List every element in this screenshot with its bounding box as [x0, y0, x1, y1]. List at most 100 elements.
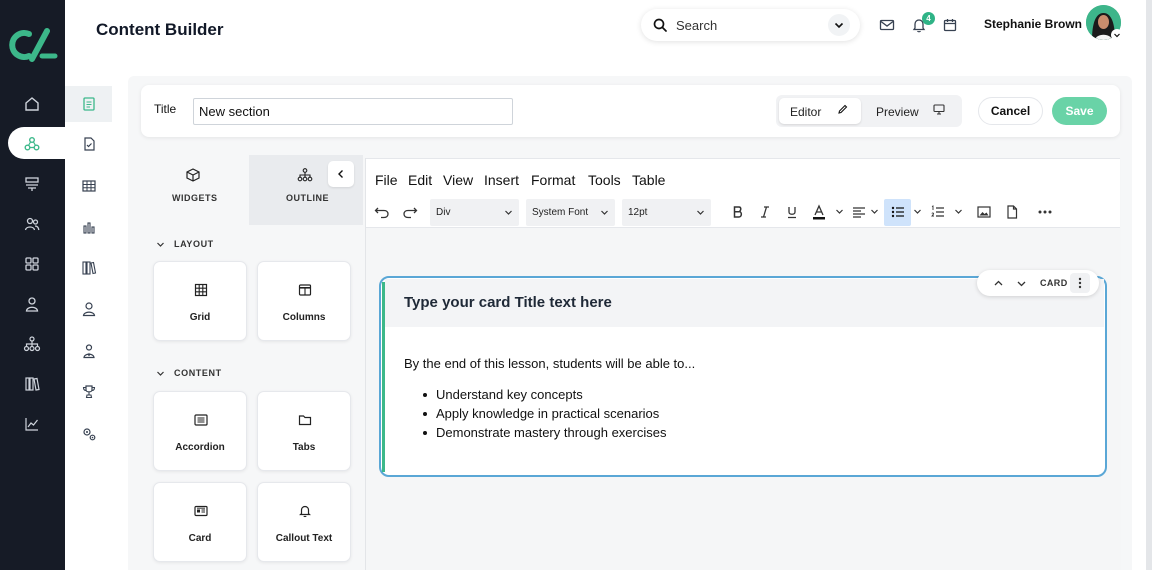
menu-file[interactable]: File [375, 172, 398, 188]
accordion-icon [192, 411, 210, 429]
preview-mode-label[interactable]: Preview [876, 105, 919, 119]
bold-icon[interactable] [729, 203, 747, 221]
table-icon[interactable] [79, 176, 99, 196]
app-logo[interactable] [7, 25, 59, 65]
trophy-icon[interactable] [79, 382, 99, 402]
font-size-value: 12pt [628, 207, 648, 218]
document-check-icon[interactable] [79, 134, 99, 154]
font-family-select[interactable]: System Font [526, 199, 615, 226]
font-size-select[interactable]: 12pt [622, 199, 711, 226]
columns-icon [296, 281, 314, 299]
home-icon[interactable] [21, 93, 43, 115]
chevron-down-icon[interactable] [835, 207, 844, 216]
menu-format[interactable]: Format [531, 172, 575, 188]
more-options-icon[interactable] [1036, 203, 1054, 221]
redo-icon[interactable] [401, 203, 419, 221]
nodes-icon[interactable] [21, 133, 43, 155]
title-label: Title [154, 102, 177, 116]
section-title: LAYOUT [174, 239, 214, 249]
chevron-left-icon [336, 169, 346, 179]
tab-outline-label[interactable]: OUTLINE [286, 193, 329, 203]
chevron-down-icon [1113, 31, 1121, 39]
collapse-panel-button[interactable] [328, 161, 354, 187]
folder-icon [296, 411, 314, 429]
chevron-down-icon [156, 240, 165, 249]
text-color-icon[interactable] [810, 203, 828, 221]
widget-callout-text[interactable]: Callout Text [257, 482, 351, 562]
list-item[interactable]: Understand key concepts [420, 385, 666, 404]
editor-mode-label[interactable]: Editor [790, 105, 821, 119]
library-icon[interactable] [21, 373, 43, 395]
search-icon [653, 18, 667, 32]
chevron-down-icon[interactable] [913, 207, 922, 216]
id-card-icon [192, 502, 210, 520]
list-item[interactable]: Demonstrate mastery through exercises [420, 423, 666, 442]
menu-insert[interactable]: Insert [484, 172, 519, 188]
widget-accordion[interactable]: Accordion [153, 391, 247, 471]
card-title[interactable]: Type your card Title text here [404, 294, 612, 311]
widget-grid[interactable]: Grid [153, 261, 247, 341]
undo-icon[interactable] [373, 203, 391, 221]
trend-icon[interactable] [21, 413, 43, 435]
user-icon[interactable] [21, 293, 43, 315]
menu-edit[interactable]: Edit [408, 172, 432, 188]
move-down-icon[interactable] [1014, 276, 1028, 290]
grid-icon[interactable] [21, 253, 43, 275]
users-icon[interactable] [21, 213, 43, 235]
kebab-menu-icon[interactable] [1073, 276, 1087, 290]
section-layout-header[interactable]: LAYOUT [156, 239, 214, 249]
cancel-button[interactable]: Cancel [978, 97, 1043, 125]
image-icon[interactable] [975, 203, 993, 221]
grid-icon [192, 281, 210, 299]
widget-tabs[interactable]: Tabs [257, 391, 351, 471]
list-item[interactable]: Apply knowledge in practical scenarios [420, 404, 666, 423]
calendar-icon[interactable] [941, 16, 959, 34]
numbered-list-icon[interactable] [929, 203, 947, 221]
main-sidebar [0, 0, 65, 570]
page-icon[interactable] [79, 94, 99, 114]
monitor-icon[interactable] [933, 104, 945, 115]
tab-widgets-label[interactable]: WIDGETS [172, 193, 218, 203]
cogs-icon[interactable] [79, 424, 99, 444]
chevron-down-icon[interactable] [954, 207, 963, 216]
menu-view[interactable]: View [443, 172, 473, 188]
mail-icon[interactable] [878, 16, 896, 34]
search-scope-dropdown[interactable] [828, 14, 850, 36]
person-tie-icon[interactable] [79, 341, 99, 361]
title-input[interactable] [193, 98, 513, 125]
account-menu-chevron[interactable] [1111, 29, 1123, 41]
person-icon[interactable] [79, 299, 99, 319]
page-scrollbar[interactable] [1146, 0, 1152, 570]
cube-icon [184, 166, 202, 184]
chevron-down-icon [156, 369, 165, 378]
card-bullet-list[interactable]: Understand key concepts Apply knowledge … [420, 385, 666, 442]
underline-icon[interactable] [783, 203, 801, 221]
editor-menubar [366, 158, 1120, 200]
chevron-down-icon[interactable] [870, 207, 879, 216]
section-title: CONTENT [174, 368, 222, 378]
global-search[interactable]: Search [641, 9, 860, 41]
block-format-select[interactable]: Div [430, 199, 519, 226]
section-content-header[interactable]: CONTENT [156, 368, 222, 378]
save-button[interactable]: Save [1052, 97, 1107, 125]
widget-card[interactable]: Card [153, 482, 247, 562]
font-family-value: System Font [532, 207, 589, 218]
widget-columns[interactable]: Columns [257, 261, 351, 341]
move-up-icon[interactable] [991, 276, 1005, 290]
document-icon[interactable] [1003, 203, 1021, 221]
search-input[interactable]: Search [676, 18, 828, 33]
menu-tools[interactable]: Tools [588, 172, 621, 188]
italic-icon[interactable] [756, 203, 774, 221]
card-body-intro[interactable]: By the end of this lesson, students will… [404, 356, 695, 371]
bullet-list-icon[interactable] [889, 203, 907, 221]
align-left-icon[interactable] [850, 203, 868, 221]
user-name[interactable]: Stephanie Brown [984, 17, 1082, 31]
bar-chart-icon[interactable] [79, 217, 99, 237]
outline-tree-icon [296, 166, 314, 184]
hierarchy-icon[interactable] [21, 333, 43, 355]
stack-icon[interactable] [21, 173, 43, 195]
menu-table[interactable]: Table [632, 172, 665, 188]
pencil-icon[interactable] [837, 104, 848, 115]
widget-label: Callout Text [275, 533, 333, 544]
books-icon[interactable] [79, 258, 99, 278]
